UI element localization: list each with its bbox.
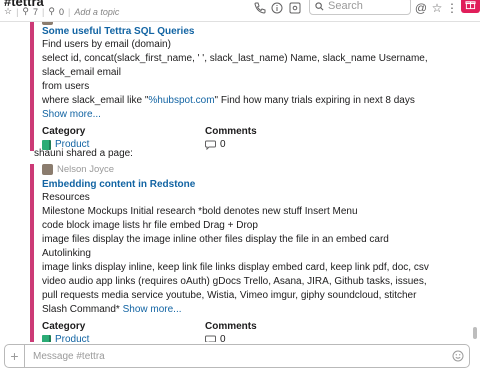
card-meta: Category Product Comments 0 bbox=[42, 321, 450, 342]
line-text: " Find how many trials expiring in next … bbox=[214, 95, 415, 106]
comments-label: Comments bbox=[205, 321, 257, 332]
phone-icon[interactable] bbox=[252, 1, 268, 15]
shared-page-card: Oscar Thornhill Some useful Tettra SQL Q… bbox=[30, 14, 450, 151]
card-line: code block image lists hr file embed Dra… bbox=[42, 220, 258, 231]
line-text: where slack_email like " bbox=[42, 95, 149, 106]
comments-column: Comments 0 bbox=[205, 126, 368, 151]
book-icon bbox=[42, 334, 51, 342]
comments-count: 0 bbox=[220, 334, 226, 342]
avatar bbox=[42, 164, 53, 175]
email-link[interactable]: %hubspot.com bbox=[148, 95, 214, 106]
card-line: Resources bbox=[42, 192, 90, 203]
card-line: Milestone Mockups Initial research *bold… bbox=[42, 206, 358, 217]
share-message: shauni shared a page: bbox=[34, 148, 133, 159]
comment-icon bbox=[205, 140, 216, 150]
category-value: Product bbox=[42, 333, 205, 342]
card-line: where slack_email like "%hubspot.com" Fi… bbox=[42, 94, 450, 108]
gift-icon bbox=[465, 1, 476, 10]
comment-icon bbox=[205, 335, 216, 342]
card-line: image files display the image inline oth… bbox=[42, 234, 389, 245]
card-line: Slash Command* Show more... bbox=[42, 303, 450, 317]
comments-value[interactable]: 0 bbox=[205, 333, 368, 342]
add-topic-link[interactable]: Add a topic bbox=[74, 7, 119, 17]
star-outline-icon[interactable]: ☆ bbox=[429, 1, 445, 15]
channel-header: #tettra ☆ | ⚲ 7 | ⚲ 0 | Add a topic @ ☆ … bbox=[0, 0, 480, 22]
message-list[interactable]: Oscar Thornhill Some useful Tettra SQL Q… bbox=[0, 14, 472, 342]
pin-icon[interactable]: ⚲ bbox=[48, 6, 55, 17]
search-icon bbox=[315, 1, 324, 10]
search-box[interactable] bbox=[309, 0, 411, 15]
meta-divider: | bbox=[42, 6, 45, 17]
meta-divider: | bbox=[67, 6, 71, 17]
shared-page-card: Nelson Joyce Embedding content in Redsto… bbox=[30, 164, 450, 342]
card-line: Autolinking bbox=[42, 248, 91, 259]
meta-divider: | bbox=[16, 6, 19, 17]
info-icon[interactable] bbox=[269, 1, 285, 15]
card-title[interactable]: Embedding content in Redstone bbox=[42, 178, 450, 191]
comments-count: 0 bbox=[220, 139, 226, 150]
card-author: Nelson Joyce bbox=[42, 164, 450, 175]
attach-button[interactable]: + bbox=[5, 345, 25, 367]
comments-value[interactable]: 0 bbox=[205, 138, 368, 151]
category-column: Category Product bbox=[42, 321, 205, 342]
card-line: pull requests media service youtube, Wis… bbox=[42, 290, 417, 301]
channel-meta: ☆ | ⚲ 7 | ⚲ 0 | Add a topic bbox=[4, 6, 119, 17]
show-more-link[interactable]: Show more... bbox=[42, 109, 101, 120]
category-label: Category bbox=[42, 126, 86, 137]
scrollbar-thumb[interactable] bbox=[473, 327, 477, 339]
member-count[interactable]: 7 bbox=[33, 7, 38, 17]
more-icon[interactable]: ⋮ bbox=[444, 1, 460, 15]
line-text: Slash Command* bbox=[42, 304, 123, 315]
card-line: from users bbox=[42, 81, 90, 92]
category-label: Category bbox=[42, 321, 86, 332]
search-input[interactable] bbox=[328, 0, 398, 12]
mentions-icon[interactable]: @ bbox=[413, 1, 429, 15]
message-input[interactable] bbox=[25, 350, 447, 362]
comments-column: Comments 0 bbox=[205, 321, 368, 342]
card-title[interactable]: Some useful Tettra SQL Queries bbox=[42, 25, 450, 38]
message-composer: + bbox=[4, 344, 470, 368]
pinned-count[interactable]: 0 bbox=[59, 7, 64, 17]
settings-icon[interactable] bbox=[287, 1, 303, 15]
gift-button[interactable] bbox=[461, 0, 480, 13]
emoji-button[interactable] bbox=[447, 345, 469, 367]
show-more-link[interactable]: Show more... bbox=[123, 304, 182, 315]
card-line: select id, concat(slack_first_name, ' ',… bbox=[42, 53, 428, 64]
card-line: Show more... bbox=[42, 108, 450, 122]
comments-label: Comments bbox=[205, 126, 257, 137]
card-line: slack_email email bbox=[42, 67, 121, 78]
card-line: image links display inline, keep link fi… bbox=[42, 262, 429, 273]
author-name[interactable]: Nelson Joyce bbox=[57, 164, 114, 175]
scrollbar-track[interactable] bbox=[472, 22, 478, 342]
category-link[interactable]: Product bbox=[55, 333, 89, 342]
star-icon[interactable]: ☆ bbox=[4, 6, 12, 17]
emoji-icon bbox=[452, 350, 464, 362]
card-line: Find users by email (domain) bbox=[42, 39, 171, 50]
member-icon[interactable]: ⚲ bbox=[22, 6, 29, 17]
card-line: video audio app links (requires oAuth) g… bbox=[42, 276, 427, 287]
